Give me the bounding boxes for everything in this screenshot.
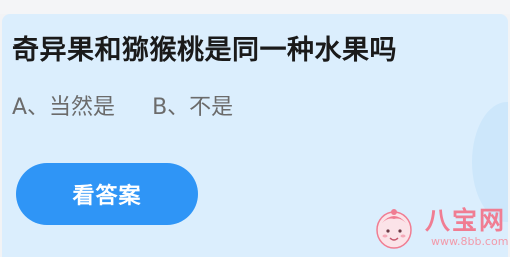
brand-watermark: 八宝网 www.8bb.com	[425, 207, 508, 249]
option-b[interactable]: B、不是	[152, 95, 233, 120]
card-decoration	[472, 102, 508, 222]
brand-name: 八宝网	[425, 206, 507, 235]
answer-options: A、当然是 B、不是	[12, 89, 233, 121]
top-strip	[0, 0, 510, 14]
question-title: 奇异果和猕猴桃是同一种水果吗	[12, 35, 397, 66]
option-a[interactable]: A、当然是	[12, 95, 115, 120]
view-answer-button[interactable]: 看答案	[16, 163, 198, 225]
mascot-logo-icon	[376, 209, 412, 249]
brand-url: www.8bb.com	[431, 235, 509, 248]
